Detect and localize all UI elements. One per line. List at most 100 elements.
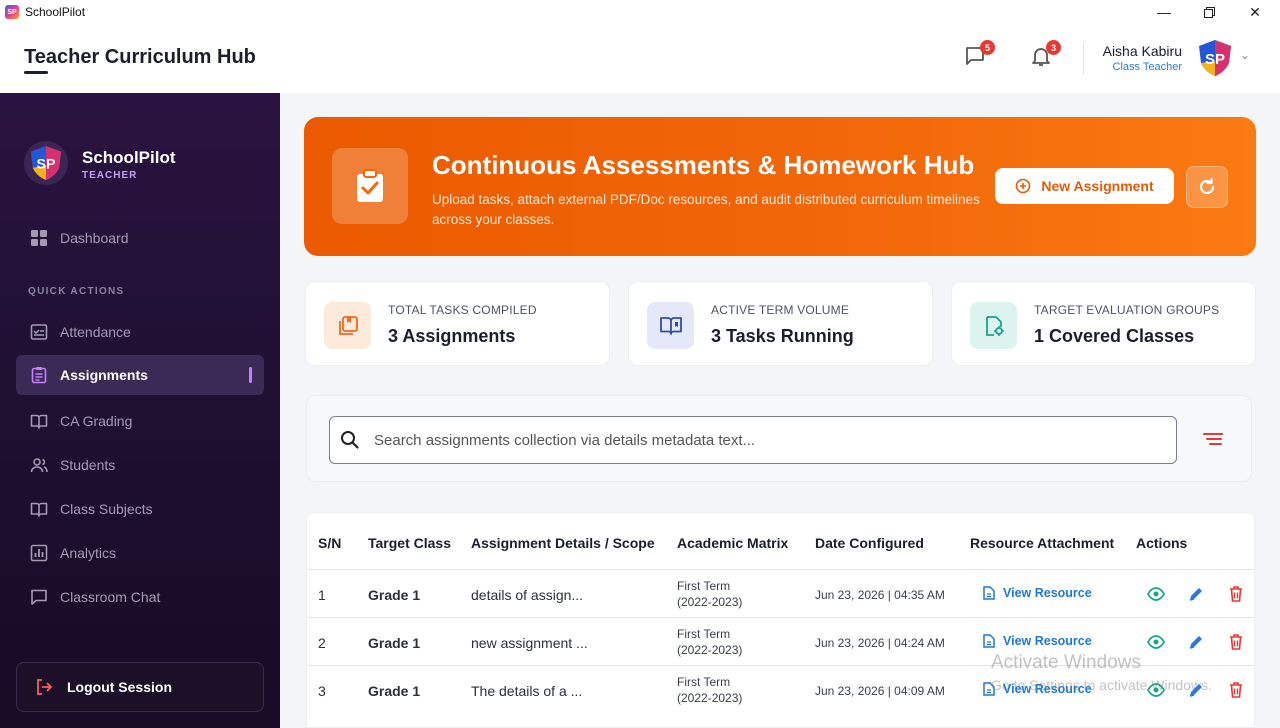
title-underline (24, 71, 48, 74)
search-icon (341, 431, 359, 449)
view-resource-link[interactable]: View Resource (983, 586, 1092, 600)
search-input[interactable] (374, 431, 1154, 449)
svg-text:SP: SP (1205, 51, 1225, 68)
sidebar-item-attendance[interactable]: Attendance (16, 312, 264, 352)
eye-icon[interactable] (1147, 633, 1165, 651)
sidebar-item-dashboard[interactable]: Dashboard (16, 218, 264, 258)
minimize-icon[interactable]: — (1141, 0, 1187, 24)
stat-value: 3 Tasks Running (711, 326, 854, 346)
sidebar-item-assignments[interactable]: Assignments (16, 355, 264, 395)
sidebar-item-label: Attendance (60, 324, 131, 340)
file-icon (983, 586, 995, 600)
row-session: (2022-2023) (677, 691, 743, 705)
notifications-badge: 3 (1046, 40, 1061, 55)
sidebar-item-label: Students (60, 457, 116, 473)
activation-watermark-title: Activate Windows (991, 652, 1141, 673)
window-title: SchoolPilot (25, 5, 86, 19)
column-header: Target Class (368, 535, 451, 551)
column-header: Resource Attachment (970, 535, 1115, 551)
logout-button[interactable]: Logout Session (16, 662, 264, 712)
chevron-down-icon[interactable]: ⌄ (1240, 48, 1250, 62)
book-open-icon (647, 302, 694, 349)
header-divider (1083, 42, 1084, 74)
maximize-icon[interactable] (1186, 0, 1232, 24)
sidebar-item-label: Classroom Chat (60, 589, 161, 605)
notifications-button[interactable]: 3 (1029, 40, 1061, 70)
stat-value: 3 Assignments (388, 326, 516, 346)
logout-icon (37, 679, 52, 695)
trash-icon[interactable] (1227, 585, 1245, 603)
page-title: Teacher Curriculum Hub (24, 46, 256, 68)
row-session: (2022-2023) (677, 595, 743, 609)
column-header: Academic Matrix (677, 535, 789, 551)
file-icon (983, 634, 995, 648)
window-titlebar: SP SchoolPilot — ✕ (0, 0, 1280, 24)
stat-label: ACTIVE TERM VOLUME (711, 303, 850, 317)
clipboard-check-icon (332, 148, 408, 224)
sidebar-item-class-subjects[interactable]: Class Subjects (16, 489, 264, 529)
column-header: Assignment Details / Scope (471, 535, 655, 551)
sort-filter-icon[interactable] (1203, 431, 1223, 452)
sidebar-item-label: Class Subjects (60, 501, 153, 517)
top-header: Teacher Curriculum Hub 5 3 Aisha Kabiru … (0, 24, 1280, 93)
avatar[interactable]: SP (1197, 39, 1233, 77)
stat-card-evaluation-groups: TARGET EVALUATION GROUPS 1 Covered Class… (951, 281, 1256, 366)
trash-icon[interactable] (1227, 681, 1245, 699)
brand-logo: SP (24, 141, 68, 185)
refresh-button[interactable] (1186, 166, 1228, 208)
messages-badge: 5 (980, 40, 995, 55)
sidebar-item-label: Analytics (60, 545, 117, 561)
stat-label: TARGET EVALUATION GROUPS (1034, 303, 1220, 317)
view-resource-link[interactable]: View Resource (983, 634, 1092, 648)
row-term: First Term (677, 675, 731, 689)
sidebar-item-label: Assignments (60, 367, 148, 383)
row-class: Grade 1 (368, 587, 421, 603)
trash-icon[interactable] (1227, 633, 1245, 651)
people-icon (30, 458, 48, 473)
row-date: Jun 23, 2026 | 04:35 AM (815, 588, 945, 602)
app-logo-icon: SP (5, 5, 19, 19)
column-header: S/N (318, 535, 342, 551)
brand-name: SchoolPilot (82, 148, 176, 167)
row-date: Jun 23, 2026 | 04:24 AM (815, 636, 945, 650)
sidebar-item-ca-grading[interactable]: CA Grading (16, 401, 264, 441)
user-role: Class Teacher (1112, 61, 1183, 73)
search-panel (306, 395, 1252, 482)
brand-role: TEACHER (82, 170, 138, 181)
table-row: 1 Grade 1 details of assign... First Ter… (307, 569, 1254, 617)
clipboard-icon (31, 367, 47, 384)
row-date: Jun 23, 2026 | 04:09 AM (815, 684, 945, 698)
sidebar: SP SchoolPilot TEACHER Dashboard QUICK A… (0, 93, 280, 728)
dashboard-icon (31, 230, 47, 246)
file-settings-icon (970, 302, 1017, 349)
hero-description: Upload tasks, attach external PDF/Doc re… (432, 192, 980, 227)
plus-circle-icon (1016, 178, 1031, 194)
stat-value: 1 Covered Classes (1034, 326, 1195, 346)
sidebar-item-students[interactable]: Students (16, 445, 264, 485)
close-icon[interactable]: ✕ (1232, 0, 1278, 24)
sidebar-item-label: CA Grading (60, 413, 133, 429)
edit-pencil-icon[interactable] (1187, 633, 1205, 651)
eye-icon[interactable] (1147, 585, 1165, 603)
new-assignment-button[interactable]: New Assignment (995, 168, 1174, 204)
hero-banner: Continuous Assessments & Homework Hub Up… (304, 117, 1256, 256)
sidebar-item-analytics[interactable]: Analytics (16, 533, 264, 573)
new-assignment-label: New Assignment (1041, 178, 1154, 194)
row-term: First Term (677, 627, 731, 641)
messages-button[interactable]: 5 (963, 40, 995, 70)
row-term: First Term (677, 579, 731, 593)
shield-logo-icon: SP (30, 146, 62, 180)
sidebar-item-classroom-chat[interactable]: Classroom Chat (16, 577, 264, 617)
row-sn: 3 (318, 683, 326, 699)
row-sn: 2 (318, 635, 326, 651)
row-class: Grade 1 (368, 683, 421, 699)
stat-card-total-tasks: TOTAL TASKS COMPILED 3 Assignments (305, 281, 610, 366)
view-resource-label: View Resource (1003, 634, 1092, 648)
row-details: details of assign... (471, 587, 584, 603)
active-indicator (249, 367, 252, 383)
activation-watermark-text: Go to Settings to activate Windows. (991, 677, 1212, 693)
svg-text:SP: SP (37, 157, 56, 173)
bar-chart-icon (30, 544, 48, 562)
edit-pencil-icon[interactable] (1187, 585, 1205, 603)
search-box[interactable] (329, 416, 1177, 464)
